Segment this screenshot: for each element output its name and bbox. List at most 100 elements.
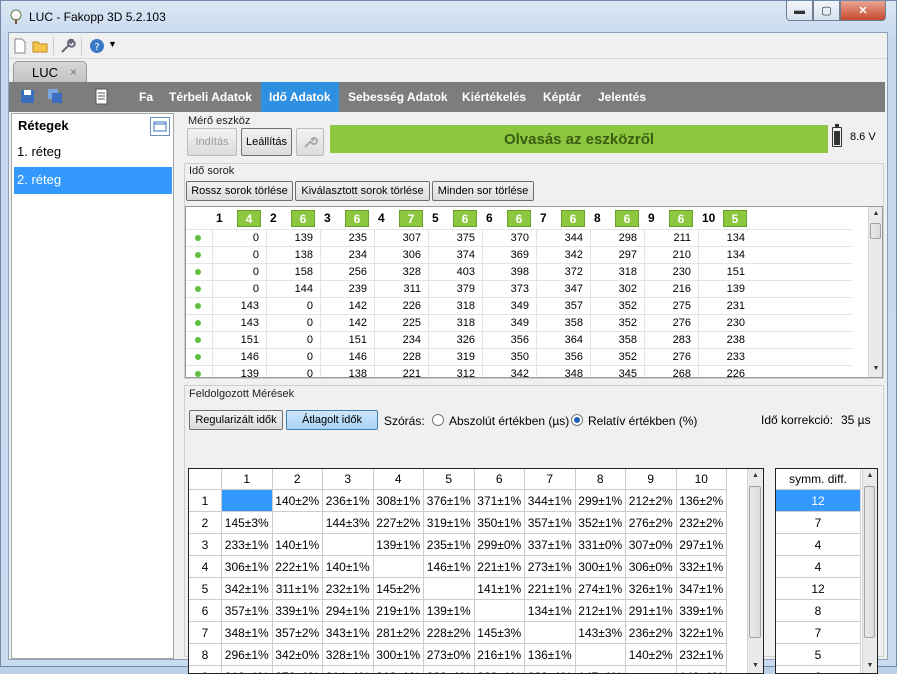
symm-diff-cell[interactable]: 4 xyxy=(776,534,861,556)
matrix-cell[interactable]: 235±1% xyxy=(424,534,475,556)
matrix-cell[interactable]: 333±1% xyxy=(424,666,475,673)
matrix-cell[interactable]: 273±0% xyxy=(424,644,475,666)
matrix-cell[interactable]: 376±1% xyxy=(424,490,475,512)
matrix-cell[interactable]: 300±1% xyxy=(373,644,424,666)
matrix-cell[interactable]: 147±1% xyxy=(575,666,626,673)
matrix-cell[interactable]: 219±1% xyxy=(373,600,424,622)
matrix-cell[interactable]: 313±1% xyxy=(373,666,424,673)
matrix-cell[interactable]: 352±1% xyxy=(575,512,626,534)
matrix-cell[interactable]: 221±1% xyxy=(525,578,576,600)
matrix-cell[interactable]: 223±1% xyxy=(525,666,576,673)
close-tab-icon[interactable]: × xyxy=(70,65,77,79)
report-icon[interactable] xyxy=(93,88,110,105)
time-rows-scrollbar[interactable]: ▲ ▼ xyxy=(868,207,882,377)
matrix-cell[interactable]: 357±1% xyxy=(222,600,273,622)
matrix-cell[interactable]: 213±1% xyxy=(222,666,273,673)
table-row[interactable]: 0 138 234 306 374 369 342 297 210 134 xyxy=(186,246,852,264)
menu-terbeli-adatok[interactable]: Térbeli Adatok xyxy=(161,82,260,112)
matrix-cell[interactable]: 145±2% xyxy=(373,578,424,600)
matrix-cell[interactable]: 228±2% xyxy=(424,622,475,644)
new-file-icon[interactable] xyxy=(11,37,29,55)
help-dropdown-icon[interactable]: ▼ xyxy=(108,39,117,49)
matrix-cell[interactable]: 212±2% xyxy=(626,490,677,512)
matrix-cell[interactable]: 141±1% xyxy=(474,578,525,600)
matrix-cell[interactable]: 328±1% xyxy=(323,644,374,666)
symm-diff-cell[interactable]: 7 xyxy=(776,622,861,644)
matrix-cell[interactable]: 306±1% xyxy=(222,556,273,578)
table-row[interactable]: 0 144 239 311 379 373 347 302 216 139 xyxy=(186,280,852,298)
symm-diff-table[interactable]: symm. diff. 12744128756 ▲ ▼ xyxy=(775,468,878,674)
matrix-cell[interactable]: 337±1% xyxy=(525,534,576,556)
matrix-cell[interactable]: 342±1% xyxy=(222,578,273,600)
matrix-cell[interactable]: 140±1% xyxy=(676,666,727,673)
table-row[interactable]: 0 139 235 307 375 370 344 298 211 134 xyxy=(186,229,852,247)
matrix-cell[interactable]: 143±3% xyxy=(575,622,626,644)
delete-selected-rows-button[interactable]: Kiválasztott sorok törlése xyxy=(295,181,430,201)
layer-item-2[interactable]: 2. réteg xyxy=(14,167,172,194)
layers-panel-button[interactable] xyxy=(150,117,170,136)
table-row[interactable]: 143 0 142 225 318 349 358 352 276 230 xyxy=(186,314,852,332)
matrix-cell[interactable]: 322±1% xyxy=(676,622,727,644)
symm-diff-cell[interactable]: 4 xyxy=(776,556,861,578)
matrix-cell[interactable]: 232±2% xyxy=(676,512,727,534)
open-folder-icon[interactable] xyxy=(31,37,49,55)
matrix-cell[interactable]: 274±1% xyxy=(575,578,626,600)
save-icon[interactable] xyxy=(19,88,36,105)
matrix-cell[interactable]: 371±1% xyxy=(474,490,525,512)
matrix-cell[interactable]: 311±1% xyxy=(272,578,323,600)
matrix-cell[interactable] xyxy=(474,600,525,622)
matrix-cell[interactable] xyxy=(525,622,576,644)
matrix-cell[interactable]: 139±1% xyxy=(373,534,424,556)
matrix-cell[interactable]: 307±0% xyxy=(626,534,677,556)
menu-ido-adatok[interactable]: Idő Adatok xyxy=(261,82,339,112)
matrix-cell[interactable]: 140±2% xyxy=(272,490,323,512)
matrix-cell[interactable]: 216±1% xyxy=(474,644,525,666)
wrench-icon[interactable] xyxy=(59,37,77,55)
matrix-cell[interactable]: 348±1% xyxy=(222,622,273,644)
matrix-cell[interactable]: 319±1% xyxy=(424,512,475,534)
absolute-label[interactable]: Abszolút értékben (µs) xyxy=(449,414,569,428)
matrix-cell[interactable]: 276±1% xyxy=(272,666,323,673)
matrix-cell[interactable]: 332±1% xyxy=(676,556,727,578)
scroll-up-icon[interactable]: ▲ xyxy=(863,469,877,483)
matrix-cell[interactable]: 273±1% xyxy=(525,556,576,578)
scroll-thumb[interactable] xyxy=(870,223,881,239)
scroll-thumb[interactable] xyxy=(749,486,761,638)
matrix-cell[interactable]: 347±1% xyxy=(676,578,727,600)
matrix-cell[interactable]: 221±1% xyxy=(474,556,525,578)
menu-sebesseg-adatok[interactable]: Sebesség Adatok xyxy=(340,82,456,112)
averaged-times-button[interactable]: Átlagolt idők xyxy=(286,410,378,430)
help-icon[interactable]: ? xyxy=(88,37,106,55)
scroll-up-icon[interactable]: ▲ xyxy=(748,469,763,483)
time-rows-table[interactable]: 1 4 2 6 3 6 4 7 5 6 6 6 7 6 8 6 9 6 10 5 0 139 235 307 375 370 34… xyxy=(185,206,883,378)
scroll-down-icon[interactable]: ▼ xyxy=(863,659,877,673)
matrix-cell[interactable]: 357±2% xyxy=(272,622,323,644)
symm-diff-cell[interactable]: 12 xyxy=(776,578,861,600)
matrix-cell[interactable]: 145±3% xyxy=(474,622,525,644)
document-tab[interactable]: LUC × xyxy=(13,61,87,83)
menu-kiertekeles[interactable]: Kiértékelés xyxy=(454,82,534,112)
matrix-cell[interactable] xyxy=(424,578,475,600)
matrix-cell[interactable] xyxy=(373,556,424,578)
relative-radio[interactable] xyxy=(571,414,583,426)
matrix-cell[interactable]: 297±1% xyxy=(676,534,727,556)
relative-label[interactable]: Relatív értékben (%) xyxy=(588,414,697,428)
stop-button[interactable]: Leállítás xyxy=(241,128,292,156)
matrix-cell[interactable]: 232±1% xyxy=(323,578,374,600)
delete-bad-rows-button[interactable]: Rossz sorok törlése xyxy=(186,181,293,201)
matrix-cell[interactable]: 140±2% xyxy=(626,644,677,666)
matrix-cell[interactable]: 232±1% xyxy=(676,644,727,666)
matrix-cell[interactable]: 300±1% xyxy=(575,556,626,578)
table-row[interactable]: 139 0 138 221 312 342 348 345 268 226 xyxy=(186,365,852,377)
symm-diff-cell[interactable]: 8 xyxy=(776,600,861,622)
symm-scrollbar[interactable]: ▲ ▼ xyxy=(862,469,877,673)
matrix-cell[interactable]: 299±1% xyxy=(575,490,626,512)
matrix-cell[interactable]: 222±1% xyxy=(272,556,323,578)
matrix-cell[interactable]: 136±2% xyxy=(676,490,727,512)
matrix-cell[interactable] xyxy=(272,512,323,534)
matrix-cell[interactable]: 314±1% xyxy=(323,666,374,673)
matrix-cell[interactable]: 344±1% xyxy=(525,490,576,512)
matrix-cell[interactable]: 212±1% xyxy=(575,600,626,622)
matrix-cell[interactable]: 339±1% xyxy=(272,600,323,622)
menu-fa[interactable]: Fa xyxy=(131,82,161,112)
